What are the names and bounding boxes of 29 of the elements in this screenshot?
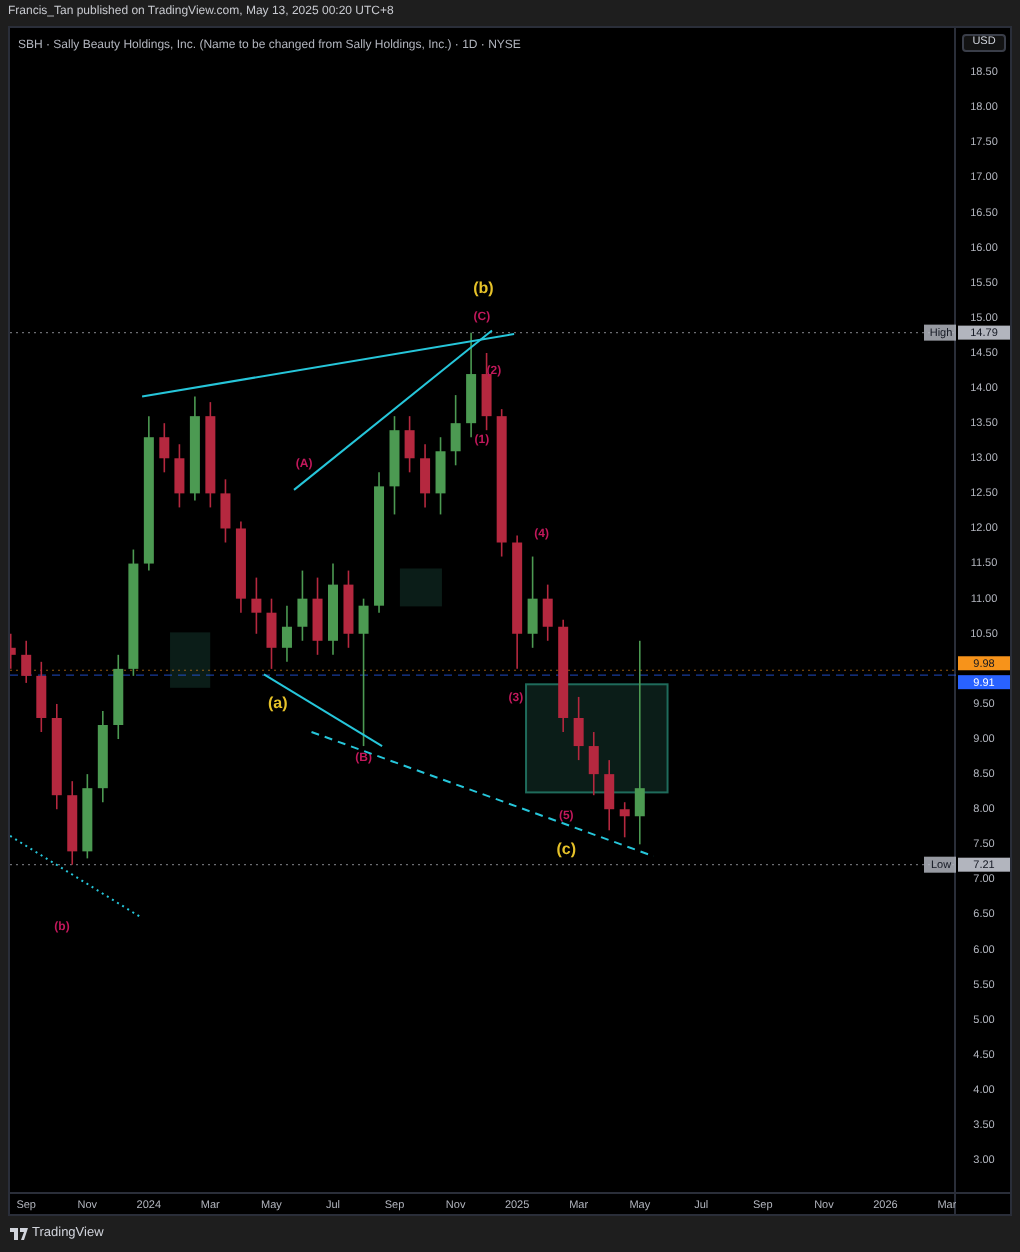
candlestick: [36, 661, 47, 733]
candlestick: [21, 639, 32, 684]
candlestick: [312, 576, 323, 656]
candlestick: [634, 639, 645, 846]
zone-box: [170, 632, 211, 688]
candlestick: [281, 604, 292, 663]
zone-box: [525, 683, 669, 794]
candlestick: [174, 443, 185, 509]
wave-label: (c): [556, 840, 577, 859]
candlestick: [358, 597, 369, 747]
candlestick: [404, 415, 415, 474]
candlestick: [527, 555, 538, 649]
candlestick: [420, 443, 431, 509]
candlestick: [604, 759, 615, 832]
candlestick: [266, 597, 277, 670]
candlestick: [588, 731, 599, 796]
logo-icon: [10, 1228, 28, 1240]
candlestick: [297, 569, 308, 642]
wave-label: (a): [267, 694, 288, 713]
candlestick: [450, 394, 461, 467]
zone-box: [399, 568, 442, 607]
candlestick: [159, 422, 170, 474]
candlestick: [251, 576, 262, 635]
candlestick: [573, 696, 584, 761]
candlestick: [220, 478, 231, 544]
candlestick: [542, 583, 553, 642]
candlestick: [435, 436, 446, 516]
wave-label: (b): [473, 278, 494, 297]
candlestick: [619, 801, 630, 839]
